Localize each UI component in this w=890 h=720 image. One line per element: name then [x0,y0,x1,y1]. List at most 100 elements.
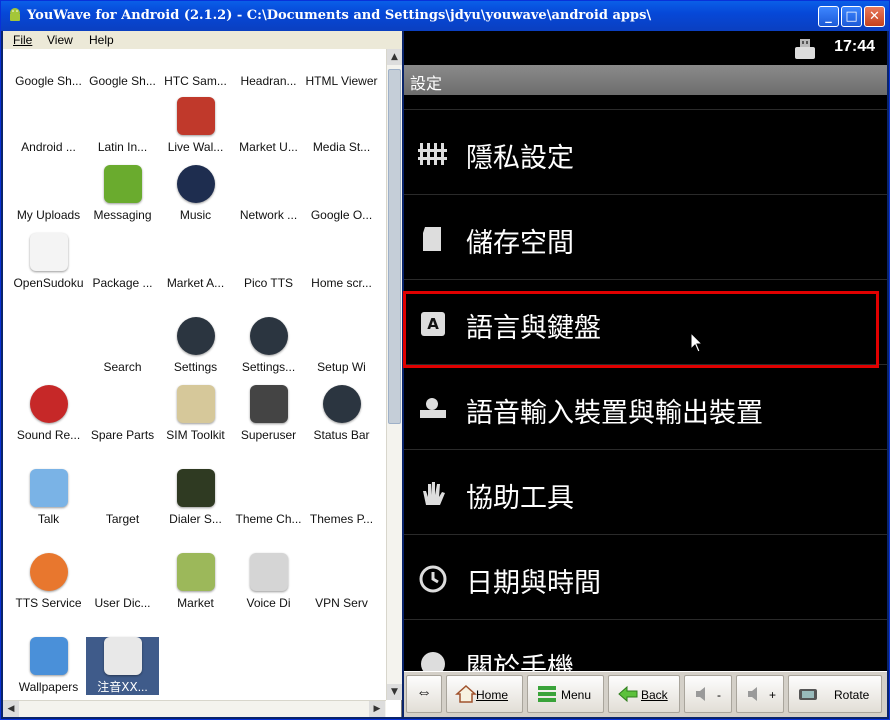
app-shortcut[interactable] [12,317,85,359]
app-shortcut[interactable]: Music [159,165,232,223]
android-status-bar: 17:44 [404,31,887,65]
scroll-left-arrow-icon[interactable]: ◀ [3,701,19,717]
html-icon [322,49,361,69]
app-shortcut[interactable]: Themes P... [305,469,378,527]
market-icon [249,97,288,135]
app-shortcut[interactable]: TTS Service [12,553,85,611]
app-shortcut[interactable]: Latin In... [86,97,159,155]
superuser-icon [249,385,288,423]
app-shortcut[interactable]: VPN Serv [305,553,378,611]
app-label: 注音ⅩⅩ... [97,680,148,694]
app-label: Network ... [239,208,298,222]
app-shortcut[interactable]: Sound Re... [12,385,85,443]
app-shortcut[interactable]: Superuser [232,385,305,443]
app-shortcut[interactable]: Media St... [305,97,378,155]
upload-icon [29,165,68,203]
horizontal-scrollbar[interactable]: ◀ ▶ [3,700,386,717]
app-shortcut[interactable]: Package ... [86,233,159,291]
scrollbar-thumb[interactable] [388,69,401,424]
menu-help[interactable]: Help [89,33,114,47]
app-shortcut[interactable]: User Dic... [86,553,159,611]
spare-parts-icon [103,385,142,423]
app-shortcut[interactable]: Live Wal... [159,97,232,155]
app-shortcut[interactable]: Android ... [12,97,85,155]
settings-icon [176,317,215,355]
menu-button[interactable]: Menu [527,675,604,713]
app-icon [176,49,215,69]
rotate-button[interactable]: Rotate [788,675,882,713]
back-button[interactable]: Back [608,675,680,713]
scroll-right-arrow-icon[interactable]: ▶ [369,701,385,717]
package-icon [103,233,142,271]
scroll-down-arrow-icon[interactable]: ▼ [387,684,402,700]
app-label: Headran... [240,74,297,88]
music-icon [176,165,215,203]
app-shortcut[interactable]: Setup Wi [305,317,378,375]
app-shortcut[interactable]: 注音ⅩⅩ... [86,637,159,695]
google-icon [29,49,68,69]
app-shortcut[interactable]: Home scr... [305,233,378,291]
app-label: Spare Parts [90,428,155,442]
app-shortcut[interactable]: Talk [12,469,85,527]
app-label: Music [179,208,212,222]
app-shortcut[interactable]: OpenSudoku [12,233,85,291]
app-shortcut[interactable]: Market [159,553,232,611]
app-shortcut[interactable]: Google Sh... [86,49,159,89]
app-shortcut[interactable]: HTC Sam... [159,49,232,89]
youwave-window: YouWave for Android (2.1.2) - C:\Documen… [0,0,890,720]
minimize-button[interactable]: _ [818,6,839,27]
maximize-button[interactable]: □ [841,6,862,27]
app-shortcut[interactable]: Dialer S... [159,469,232,527]
settings-item[interactable]: 日期與時間 [404,534,887,619]
menu-view[interactable]: View [47,33,73,47]
window-title: YouWave for Android (2.1.2) - C:\Documen… [27,8,652,23]
app-label: Package ... [92,276,153,290]
app-shortcut[interactable]: Wallpapers [12,637,85,695]
google-icon [322,165,361,203]
app-icon [249,49,288,69]
settings-item-label: 日期與時間 [466,568,601,599]
settings-item[interactable]: 儲存空間 [404,194,887,279]
app-shortcut[interactable]: Network ... [232,165,305,223]
network-icon [249,165,288,203]
settings-item-label: 關於手機 [466,653,574,671]
settings-item[interactable]: 協助工具 [404,449,887,534]
app-shortcut[interactable]: Search [86,317,159,375]
app-label: Market U... [239,140,298,154]
app-shortcut[interactable]: Market A... [159,233,232,291]
app-shortcut[interactable]: Spare Parts [86,385,159,443]
home-button[interactable]: Home [446,675,523,713]
android-icon [322,233,361,271]
media-icon [322,97,361,135]
app-shortcut[interactable]: Market U... [232,97,305,155]
scroll-up-arrow-icon[interactable]: ▲ [387,49,402,65]
dialer-icon [176,469,215,507]
app-list-pane: File View Help Google Sh... Google Sh... H… [3,31,402,717]
app-shortcut[interactable]: Target [86,469,159,527]
app-shortcut[interactable]: My Uploads [12,165,85,223]
settings-item[interactable]: 語音輸入裝置與輸出裝置 [404,364,887,449]
app-shortcut[interactable]: Headran... [232,49,305,89]
menu-file[interactable]: File [13,33,32,47]
settings-item[interactable]: 隱私設定 [404,109,887,194]
volume-up-button[interactable]: + [736,675,784,713]
app-shortcut[interactable]: Settings [159,317,232,375]
vertical-scrollbar[interactable]: ▲ ▼ [386,49,402,700]
app-shortcut[interactable]: Voice Di [232,553,305,611]
app-shortcut[interactable]: Google Sh... [12,49,85,89]
close-button[interactable]: ✕ [864,6,885,27]
rotate-arrow-button[interactable]: ⇔ [406,675,442,713]
app-label: Pico TTS [243,276,294,290]
app-shortcut[interactable]: Status Bar [305,385,378,443]
app-shortcut[interactable]: HTML Viewer [305,49,378,89]
mouse-cursor-icon [690,332,704,353]
volume-down-button[interactable]: - [684,675,732,713]
settings-item[interactable]: 關於手機 [404,619,887,671]
app-shortcut[interactable]: Messaging [86,165,159,223]
app-shortcut[interactable]: Pico TTS [232,233,305,291]
app-shortcut[interactable]: Google O... [305,165,378,223]
app-shortcut[interactable]: SIM Toolkit [159,385,232,443]
app-shortcut[interactable]: Theme Ch... [232,469,305,527]
android-icon [29,97,68,135]
app-shortcut[interactable]: Settings... [232,317,305,375]
